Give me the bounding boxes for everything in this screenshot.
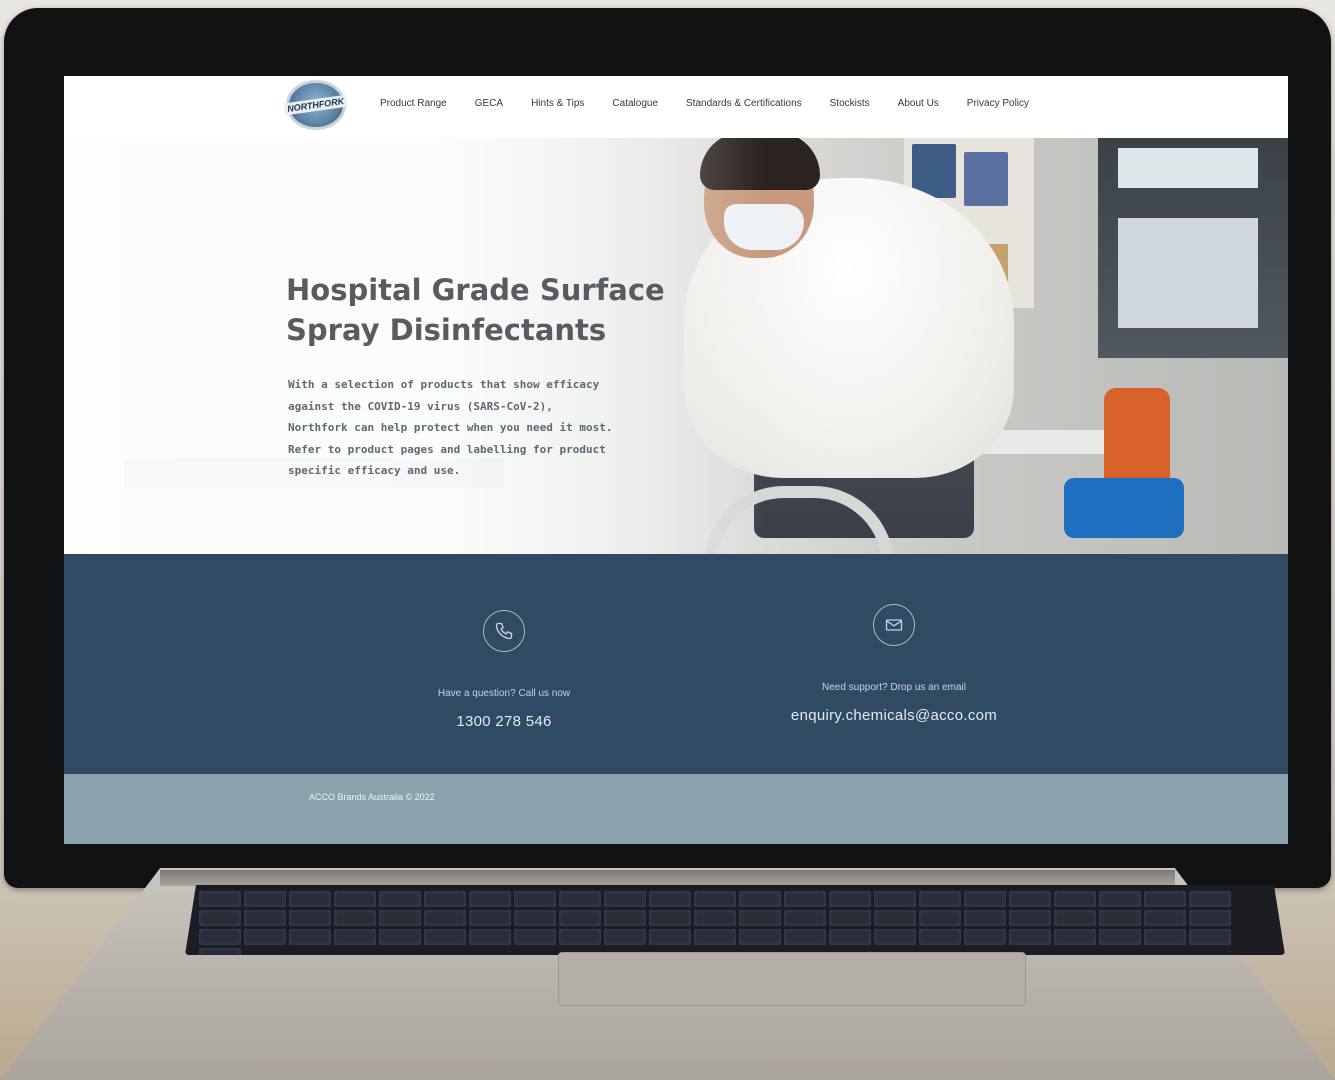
- nav-item-privacy-policy[interactable]: Privacy Policy: [967, 98, 1029, 109]
- nav-item-catalogue[interactable]: Catalogue: [612, 98, 658, 109]
- hero-body-line: Northfork can help protect when you need…: [288, 421, 613, 434]
- hero-body-line: specific efficacy and use.: [288, 464, 461, 477]
- laptop-keyboard: [185, 885, 1285, 955]
- nav-item-standards[interactable]: Standards & Certifications: [686, 98, 802, 109]
- nav-item-product-range[interactable]: Product Range: [380, 98, 447, 109]
- hero-description: With a selection of products that show e…: [288, 374, 648, 482]
- hero-window-photo: [1098, 138, 1288, 358]
- hero-body-line: against the COVID-19 virus (SARS-CoV-2),: [288, 399, 553, 413]
- hero-body-line: Refer to product pages and labelling for…: [288, 442, 606, 456]
- email-address[interactable]: enquiry.chemicals@acco.com: [764, 707, 1024, 724]
- nav-item-geca[interactable]: GECA: [475, 98, 503, 109]
- email-icon[interactable]: [873, 604, 915, 646]
- email-label: Need support? Drop us an email: [822, 682, 966, 693]
- laptop-hinge: [160, 870, 1175, 886]
- contact-section: Have a question? Call us now 1300 278 54…: [64, 554, 1288, 774]
- copyright-text: ACCO Brands Australia © 2022: [309, 792, 435, 802]
- phone-number[interactable]: 1300 278 546: [374, 713, 634, 730]
- hero-title: Hospital Grade Surface Spray Disinfectan…: [286, 270, 726, 350]
- main-nav: Product Range GECA Hints & Tips Catalogu…: [380, 98, 1057, 109]
- laptop-lid: NORTHFORK Product Range GECA Hints & Tip…: [4, 8, 1331, 888]
- northfork-logo[interactable]: NORTHFORK: [283, 80, 349, 130]
- logo-text: NORTHFORK: [283, 94, 349, 116]
- hero-body-line: With a selection of products that show e…: [288, 378, 600, 391]
- hero-title-line-1: Hospital Grade Surface: [286, 273, 665, 307]
- contact-email: Need support? Drop us an email enquiry.c…: [764, 604, 1024, 724]
- nav-item-hints-tips[interactable]: Hints & Tips: [531, 98, 584, 109]
- nav-item-stockists[interactable]: Stockists: [830, 98, 870, 109]
- hero-banner: Hospital Grade Surface Spray Disinfectan…: [64, 138, 1288, 554]
- laptop-trackpad: [558, 952, 1026, 1006]
- phone-icon[interactable]: [483, 610, 525, 652]
- laptop-screen: NORTHFORK Product Range GECA Hints & Tip…: [64, 76, 1288, 844]
- contact-phone: Have a question? Call us now 1300 278 54…: [374, 610, 634, 730]
- hero-blue-seat: [1064, 478, 1184, 538]
- nav-item-about-us[interactable]: About Us: [898, 98, 939, 109]
- site-footer: ACCO Brands Australia © 2022: [64, 774, 1288, 844]
- phone-label: Have a question? Call us now: [437, 688, 571, 699]
- hero-title-line-2: Spray Disinfectants: [286, 313, 607, 347]
- site-header: NORTHFORK Product Range GECA Hints & Tip…: [64, 76, 1288, 138]
